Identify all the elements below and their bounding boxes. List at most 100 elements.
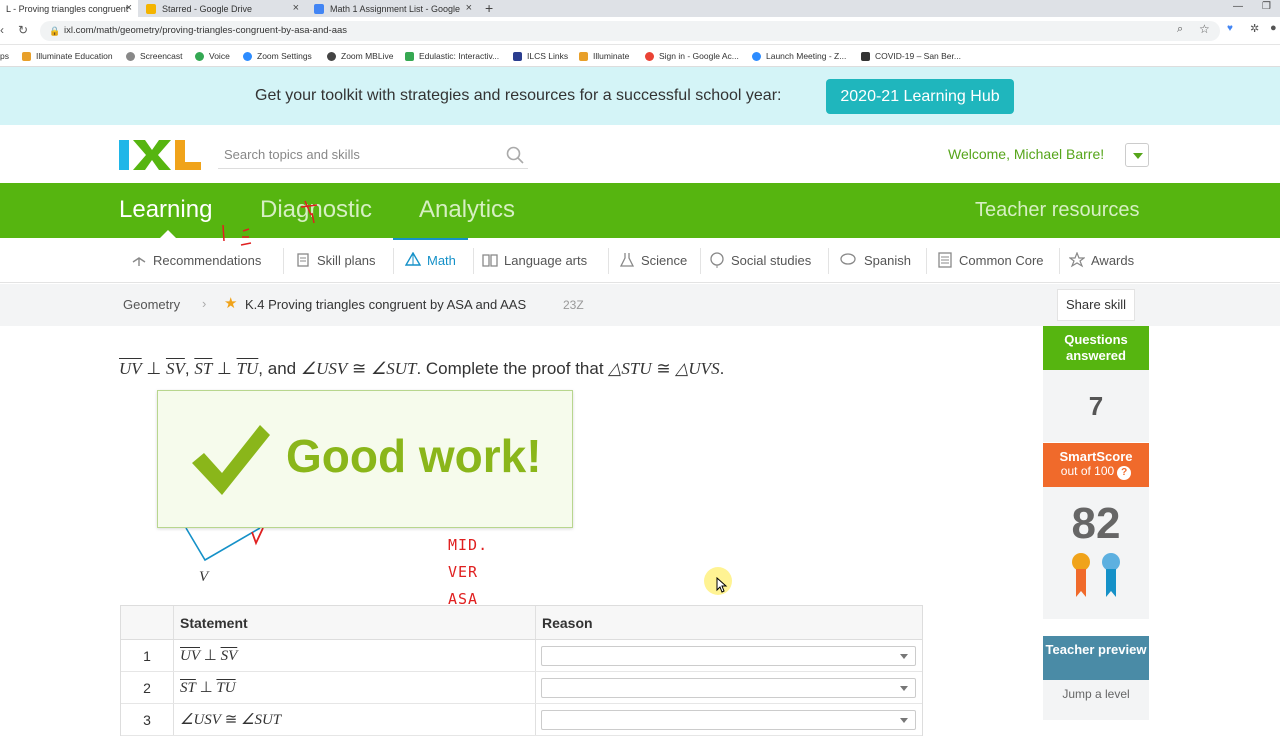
checkmark-icon xyxy=(192,425,270,495)
subject-nav: Recommendations Skill plans Math Languag… xyxy=(0,238,1280,283)
illuminate-icon xyxy=(579,51,588,61)
reason-dropdown[interactable] xyxy=(541,646,916,666)
divider xyxy=(1059,248,1060,274)
nav-teacher-resources[interactable]: Teacher resources xyxy=(975,199,1140,222)
triangle-uvs: △UVS xyxy=(675,359,720,378)
segment-st: ST xyxy=(194,359,213,378)
tab-google-drive[interactable]: Starred - Google Drive × xyxy=(140,0,305,17)
tab-proving-triangles[interactable]: L - Proving triangles congruent × xyxy=(0,0,138,17)
divider xyxy=(535,640,536,671)
search-icon[interactable] xyxy=(506,146,524,164)
divider xyxy=(173,606,174,639)
bookmark-screencast[interactable]: Screencast xyxy=(126,45,183,67)
tab-title: Math 1 Assignment List - Google xyxy=(330,3,461,14)
url-field[interactable]: 🔒 ixl.com/math/geometry/proving-triangle… xyxy=(40,21,1220,41)
awards-icon xyxy=(1069,252,1085,268)
tab-assignment-list[interactable]: Math 1 Assignment List - Google × xyxy=(308,0,478,17)
screencast-icon xyxy=(126,51,135,61)
close-tab-icon[interactable]: × xyxy=(293,2,299,14)
zoom-icon[interactable]: ⌕ xyxy=(1177,23,1183,36)
maximize-icon[interactable]: ❐ xyxy=(1262,1,1271,12)
illuminate-icon xyxy=(22,51,31,61)
questions-answered-label: Questions answered xyxy=(1043,326,1149,370)
subnav-science[interactable]: Science xyxy=(619,252,687,268)
reason-dropdown[interactable] xyxy=(541,710,916,730)
help-icon[interactable]: ? xyxy=(1117,466,1132,480)
bookmark-covid[interactable]: COVID-19 – San Ber... xyxy=(861,45,961,67)
jump-level-text[interactable]: Jump a level xyxy=(1043,687,1149,701)
bookmark-edulastic[interactable]: Edulastic: Interactiv... xyxy=(405,45,499,67)
triangle-stu: △STU xyxy=(608,359,652,378)
extension-heart-icon[interactable]: ♥ xyxy=(1227,23,1233,34)
teacher-preview-label: Teacher preview xyxy=(1043,636,1149,680)
angle-sut: ∠SUT xyxy=(370,359,417,378)
table-row: 3 ∠USV ≅ ∠SUT xyxy=(121,704,922,736)
zoom-icon xyxy=(752,51,761,61)
divider xyxy=(926,248,927,274)
star-icon[interactable]: ☆ xyxy=(1199,22,1210,36)
subnav-social-studies[interactable]: Social studies xyxy=(709,252,811,268)
bookmark-illuminate-education[interactable]: Illuminate Education xyxy=(22,45,113,67)
table-header: Statement Reason xyxy=(121,606,922,640)
subnav-spanish[interactable]: Spanish xyxy=(838,252,911,268)
promo-banner: Get your toolkit with strategies and res… xyxy=(0,67,1280,125)
subnav-awards[interactable]: Awards xyxy=(1069,252,1134,268)
bookmark-ilcs[interactable]: ILCS Links xyxy=(513,45,568,67)
search-placeholder: Search topics and skills xyxy=(224,147,360,162)
share-skill-button[interactable]: Share skill xyxy=(1057,289,1135,321)
skill-code: 23Z xyxy=(563,298,584,312)
url-text: ixl.com/math/geometry/proving-triangles-… xyxy=(64,25,348,36)
statement-cell: UV ⊥ SV xyxy=(180,648,238,664)
minimize-icon[interactable]: — xyxy=(1233,1,1243,12)
row-number: 2 xyxy=(143,680,151,696)
header-statement: Statement xyxy=(180,615,248,631)
bookmark-zoom-settings[interactable]: Zoom Settings xyxy=(243,45,312,67)
nav-learning[interactable]: Learning xyxy=(119,196,212,224)
globe-icon xyxy=(710,252,724,268)
bookmark-zoom-mblive[interactable]: Zoom MBLive xyxy=(327,45,393,67)
profile-icon[interactable]: ● xyxy=(1270,22,1277,34)
bookmark-voice[interactable]: Voice xyxy=(195,45,230,67)
edulastic-icon xyxy=(405,51,414,61)
search-input[interactable]: Search topics and skills xyxy=(218,141,528,169)
flask-icon xyxy=(619,253,635,267)
reason-dropdown[interactable] xyxy=(541,678,916,698)
bookmark-apps[interactable]: ps xyxy=(0,45,9,67)
close-tab-icon[interactable]: × xyxy=(466,2,472,14)
smartscore-sub: out of 100 xyxy=(1060,464,1115,478)
learning-hub-button[interactable]: 2020-21 Learning Hub xyxy=(826,79,1014,114)
zoom-icon xyxy=(243,51,252,61)
table-row: 2 ST ⊥ TU xyxy=(121,672,922,704)
divider xyxy=(173,640,174,671)
account-dropdown-button[interactable] xyxy=(1125,143,1149,167)
bookmark-illuminate[interactable]: Illuminate xyxy=(579,45,629,67)
bookmark-google-signin[interactable]: Sign in - Google Ac... xyxy=(645,45,739,67)
new-tab-button[interactable]: + xyxy=(485,0,493,16)
close-tab-icon[interactable]: × xyxy=(126,2,132,14)
ixl-logo[interactable] xyxy=(119,140,203,170)
divider xyxy=(393,248,394,274)
divider xyxy=(535,606,536,639)
mouse-cursor-icon xyxy=(716,577,728,593)
welcome-text: Welcome, Michael Barre! xyxy=(948,146,1105,162)
bookmarks-bar: ps Illuminate Education Screencast Voice… xyxy=(0,45,1280,67)
extensions-icon[interactable]: ✲ xyxy=(1250,22,1259,35)
ink-annotations-nav xyxy=(222,200,318,246)
statement-cell: ST ⊥ TU xyxy=(180,680,236,696)
smartscore-panel: 82 xyxy=(1043,487,1149,619)
bookmark-launch-meeting[interactable]: Launch Meeting - Z... xyxy=(752,45,846,67)
reload-icon[interactable]: ↻ xyxy=(18,23,28,37)
main-nav: Learning Diagnostic Analytics Teacher re… xyxy=(0,183,1280,238)
zoom-mblive-icon xyxy=(327,51,336,61)
subnav-math[interactable]: Math xyxy=(393,238,468,268)
row-number: 1 xyxy=(143,648,151,664)
breadcrumb-geometry[interactable]: Geometry xyxy=(123,297,180,312)
subnav-language-arts[interactable]: Language arts xyxy=(482,252,587,268)
question-prompt: UV ⊥ SV, ST ⊥ TU, and ∠USV ≅ ∠SUT. Compl… xyxy=(119,359,725,378)
drive-icon xyxy=(146,3,156,14)
subnav-common-core[interactable]: Common Core xyxy=(937,252,1044,268)
back-icon[interactable]: ‹ xyxy=(0,23,4,37)
ixl-logo-icon xyxy=(119,140,201,170)
docs-icon xyxy=(314,3,324,14)
nav-analytics[interactable]: Analytics xyxy=(419,196,515,224)
